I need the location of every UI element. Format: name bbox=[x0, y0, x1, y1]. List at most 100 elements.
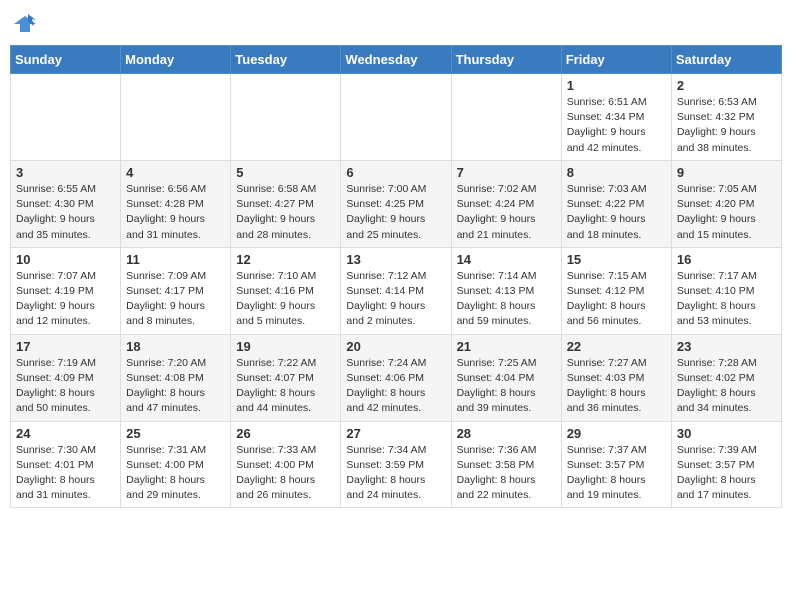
calendar-cell: 6 Sunrise: 7:00 AM Sunset: 4:25 PM Daylig… bbox=[341, 160, 451, 247]
day-number: 12 bbox=[236, 252, 335, 267]
day-info: Sunrise: 7:03 AM Sunset: 4:22 PM Dayligh… bbox=[567, 182, 666, 243]
day-number: 7 bbox=[457, 165, 556, 180]
calendar-cell: 14 Sunrise: 7:14 AM Sunset: 4:13 PM Dayli… bbox=[451, 247, 561, 334]
calendar-cell: 8 Sunrise: 7:03 AM Sunset: 4:22 PM Daylig… bbox=[561, 160, 671, 247]
calendar-cell bbox=[121, 74, 231, 161]
col-header-wednesday: Wednesday bbox=[341, 46, 451, 74]
calendar-cell: 24Sunrise: 7:30 AM Sunset: 4:01 PM Dayli… bbox=[11, 421, 121, 508]
day-info: Sunrise: 6:56 AM Sunset: 4:28 PM Dayligh… bbox=[126, 182, 225, 243]
calendar-cell: 18 Sunrise: 7:20 AM Sunset: 4:08 PM Dayli… bbox=[121, 334, 231, 421]
day-info: Sunrise: 7:05 AM Sunset: 4:20 PM Dayligh… bbox=[677, 182, 776, 243]
day-number: 9 bbox=[677, 165, 776, 180]
day-number: 24 bbox=[16, 426, 115, 441]
day-number: 27 bbox=[346, 426, 445, 441]
calendar-cell: 2Sunrise: 6:53 AM Sunset: 4:32 PM Daylig… bbox=[671, 74, 781, 161]
calendar-cell: 11 Sunrise: 7:09 AM Sunset: 4:17 PM Dayli… bbox=[121, 247, 231, 334]
calendar-cell: 27 Sunrise: 7:34 AM Sunset: 3:59 PM Dayli… bbox=[341, 421, 451, 508]
calendar-cell: 30 Sunrise: 7:39 AM Sunset: 3:57 PM Dayli… bbox=[671, 421, 781, 508]
calendar-cell: 13 Sunrise: 7:12 AM Sunset: 4:14 PM Dayli… bbox=[341, 247, 451, 334]
calendar-cell: 26 Sunrise: 7:33 AM Sunset: 4:00 PM Dayli… bbox=[231, 421, 341, 508]
day-info: Sunrise: 7:14 AM Sunset: 4:13 PM Dayligh… bbox=[457, 269, 556, 330]
day-number: 22 bbox=[567, 339, 666, 354]
day-info: Sunrise: 7:09 AM Sunset: 4:17 PM Dayligh… bbox=[126, 269, 225, 330]
day-info: Sunrise: 7:36 AM Sunset: 3:58 PM Dayligh… bbox=[457, 443, 556, 504]
day-info: Sunrise: 7:31 AM Sunset: 4:00 PM Dayligh… bbox=[126, 443, 225, 504]
day-number: 30 bbox=[677, 426, 776, 441]
day-number: 6 bbox=[346, 165, 445, 180]
calendar-cell: 21 Sunrise: 7:25 AM Sunset: 4:04 PM Dayli… bbox=[451, 334, 561, 421]
day-number: 11 bbox=[126, 252, 225, 267]
calendar-cell: 17 Sunrise: 7:19 AM Sunset: 4:09 PM Dayli… bbox=[11, 334, 121, 421]
calendar-cell: 19Sunrise: 7:22 AM Sunset: 4:07 PM Dayli… bbox=[231, 334, 341, 421]
day-number: 16 bbox=[677, 252, 776, 267]
day-info: Sunrise: 7:25 AM Sunset: 4:04 PM Dayligh… bbox=[457, 356, 556, 417]
day-info: Sunrise: 7:20 AM Sunset: 4:08 PM Dayligh… bbox=[126, 356, 225, 417]
col-header-monday: Monday bbox=[121, 46, 231, 74]
day-info: Sunrise: 6:53 AM Sunset: 4:32 PM Dayligh… bbox=[677, 95, 776, 156]
calendar-cell bbox=[341, 74, 451, 161]
day-info: Sunrise: 7:24 AM Sunset: 4:06 PM Dayligh… bbox=[346, 356, 445, 417]
day-number: 28 bbox=[457, 426, 556, 441]
page-header bbox=[10, 10, 782, 39]
calendar-week-row: 10 Sunrise: 7:07 AM Sunset: 4:19 PM Dayli… bbox=[11, 247, 782, 334]
day-number: 18 bbox=[126, 339, 225, 354]
calendar-table: SundayMondayTuesdayWednesdayThursdayFrid… bbox=[10, 45, 782, 508]
day-info: Sunrise: 7:00 AM Sunset: 4:25 PM Dayligh… bbox=[346, 182, 445, 243]
logo-bird-icon bbox=[14, 14, 36, 39]
day-number: 23 bbox=[677, 339, 776, 354]
day-number: 13 bbox=[346, 252, 445, 267]
calendar-cell: 12 Sunrise: 7:10 AM Sunset: 4:16 PM Dayli… bbox=[231, 247, 341, 334]
col-header-tuesday: Tuesday bbox=[231, 46, 341, 74]
calendar-cell: 9 Sunrise: 7:05 AM Sunset: 4:20 PM Daylig… bbox=[671, 160, 781, 247]
day-info: Sunrise: 7:37 AM Sunset: 3:57 PM Dayligh… bbox=[567, 443, 666, 504]
day-number: 19 bbox=[236, 339, 335, 354]
day-info: Sunrise: 6:58 AM Sunset: 4:27 PM Dayligh… bbox=[236, 182, 335, 243]
day-number: 26 bbox=[236, 426, 335, 441]
day-number: 29 bbox=[567, 426, 666, 441]
day-info: Sunrise: 6:51 AM Sunset: 4:34 PM Dayligh… bbox=[567, 95, 666, 156]
day-info: Sunrise: 7:19 AM Sunset: 4:09 PM Dayligh… bbox=[16, 356, 115, 417]
calendar-cell: 22Sunrise: 7:27 AM Sunset: 4:03 PM Dayli… bbox=[561, 334, 671, 421]
day-info: Sunrise: 7:39 AM Sunset: 3:57 PM Dayligh… bbox=[677, 443, 776, 504]
day-info: Sunrise: 7:28 AM Sunset: 4:02 PM Dayligh… bbox=[677, 356, 776, 417]
calendar-cell: 20Sunrise: 7:24 AM Sunset: 4:06 PM Dayli… bbox=[341, 334, 451, 421]
calendar-cell: 4 Sunrise: 6:56 AM Sunset: 4:28 PM Daylig… bbox=[121, 160, 231, 247]
calendar-week-row: 1 Sunrise: 6:51 AM Sunset: 4:34 PM Daylig… bbox=[11, 74, 782, 161]
day-info: Sunrise: 7:10 AM Sunset: 4:16 PM Dayligh… bbox=[236, 269, 335, 330]
day-number: 5 bbox=[236, 165, 335, 180]
calendar-cell: 23 Sunrise: 7:28 AM Sunset: 4:02 PM Dayli… bbox=[671, 334, 781, 421]
calendar-cell: 25 Sunrise: 7:31 AM Sunset: 4:00 PM Dayli… bbox=[121, 421, 231, 508]
calendar-week-row: 24Sunrise: 7:30 AM Sunset: 4:01 PM Dayli… bbox=[11, 421, 782, 508]
col-header-sunday: Sunday bbox=[11, 46, 121, 74]
calendar-cell: 16Sunrise: 7:17 AM Sunset: 4:10 PM Dayli… bbox=[671, 247, 781, 334]
day-info: Sunrise: 7:07 AM Sunset: 4:19 PM Dayligh… bbox=[16, 269, 115, 330]
day-number: 1 bbox=[567, 78, 666, 93]
calendar-cell: 10 Sunrise: 7:07 AM Sunset: 4:19 PM Dayli… bbox=[11, 247, 121, 334]
day-number: 14 bbox=[457, 252, 556, 267]
col-header-thursday: Thursday bbox=[451, 46, 561, 74]
calendar-cell: 28 Sunrise: 7:36 AM Sunset: 3:58 PM Dayli… bbox=[451, 421, 561, 508]
day-info: Sunrise: 7:34 AM Sunset: 3:59 PM Dayligh… bbox=[346, 443, 445, 504]
calendar-cell: 29 Sunrise: 7:37 AM Sunset: 3:57 PM Dayli… bbox=[561, 421, 671, 508]
day-number: 17 bbox=[16, 339, 115, 354]
logo bbox=[10, 10, 36, 39]
day-number: 25 bbox=[126, 426, 225, 441]
calendar-week-row: 17 Sunrise: 7:19 AM Sunset: 4:09 PM Dayli… bbox=[11, 334, 782, 421]
calendar-cell: 15Sunrise: 7:15 AM Sunset: 4:12 PM Dayli… bbox=[561, 247, 671, 334]
day-number: 15 bbox=[567, 252, 666, 267]
calendar-week-row: 3Sunrise: 6:55 AM Sunset: 4:30 PM Daylig… bbox=[11, 160, 782, 247]
calendar-cell: 7 Sunrise: 7:02 AM Sunset: 4:24 PM Daylig… bbox=[451, 160, 561, 247]
day-number: 21 bbox=[457, 339, 556, 354]
calendar-cell: 5 Sunrise: 6:58 AM Sunset: 4:27 PM Daylig… bbox=[231, 160, 341, 247]
calendar-cell bbox=[451, 74, 561, 161]
day-number: 10 bbox=[16, 252, 115, 267]
day-info: Sunrise: 7:33 AM Sunset: 4:00 PM Dayligh… bbox=[236, 443, 335, 504]
calendar-cell bbox=[11, 74, 121, 161]
calendar-cell bbox=[231, 74, 341, 161]
day-number: 4 bbox=[126, 165, 225, 180]
day-info: Sunrise: 7:02 AM Sunset: 4:24 PM Dayligh… bbox=[457, 182, 556, 243]
calendar-cell: 3Sunrise: 6:55 AM Sunset: 4:30 PM Daylig… bbox=[11, 160, 121, 247]
col-header-saturday: Saturday bbox=[671, 46, 781, 74]
day-info: Sunrise: 7:12 AM Sunset: 4:14 PM Dayligh… bbox=[346, 269, 445, 330]
day-number: 8 bbox=[567, 165, 666, 180]
